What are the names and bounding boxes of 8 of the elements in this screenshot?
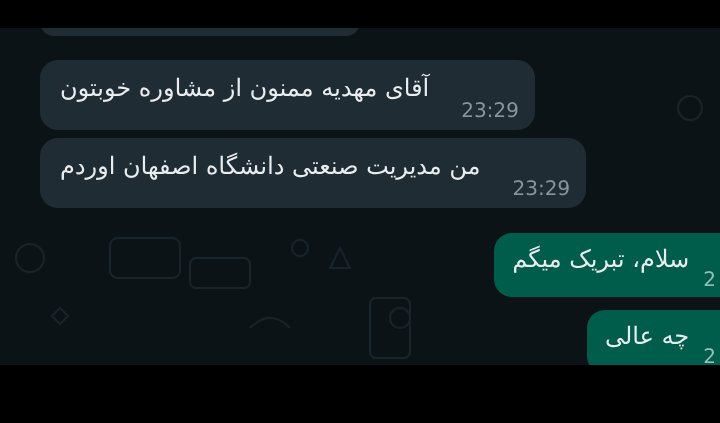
message-time: 23:29 [461, 100, 519, 120]
message-text: من مدیریت صنعتی دانشگاه اصفهان اوردم [60, 154, 481, 182]
message-time: 2 [703, 269, 716, 289]
message-text: چه عالی [604, 324, 690, 352]
message-text: آقای مهدیه ممنون از مشاوره خوبتون [60, 76, 430, 104]
message-time: 2 [703, 346, 716, 365]
message-time: 23:29 [512, 178, 570, 198]
message-text: سلام، تبریک میگم [512, 247, 690, 275]
